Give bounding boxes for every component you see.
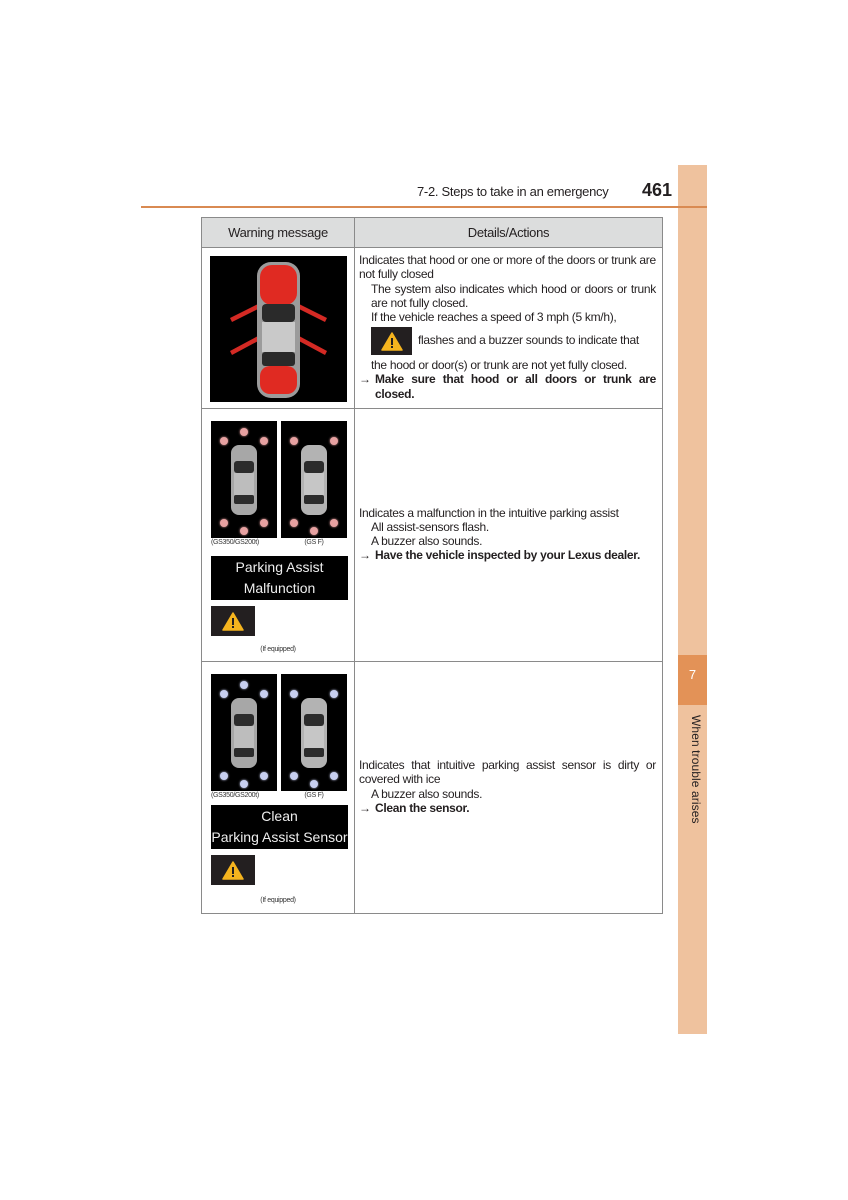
details-cell: Indicates a malfunction in the intuitive… [354,408,663,662]
details-sub: A buzzer also sounds. [371,534,483,548]
if-equipped-note: (If equipped) [260,897,296,904]
details-sub: All assist-sensors flash. [371,519,489,534]
warning-table: Warning message Details/Actions Indicate… [201,217,663,914]
warning-image-cell [201,247,355,409]
arrow-right-icon: → [359,548,371,563]
display-message-line: Parking Assist Sensor [211,829,348,845]
arrow-right-icon: → [359,800,371,815]
chapter-title: When trouble arises [689,715,703,824]
parking-sensor-malfunction-icon-gsf [281,421,347,538]
action-text: Make sure that hood or all doors or trun… [375,372,656,401]
col-header-warning-message: Warning message [201,217,355,248]
action-text: Clean the sensor. [375,800,470,815]
caption-gsf: (GS F) [304,539,324,546]
details-sub: the hood or door(s) or trunk are not yet… [371,358,627,373]
image-captions: (GS350/GS200t) (GS F) [211,792,354,799]
details-sub-with-icon: flashes and a buzzer sounds to indicate … [359,327,656,356]
warning-triangle-icon [211,855,255,885]
col-header-details-actions: Details/Actions [354,217,663,248]
details-cell: Indicates that intuitive parking assist … [354,661,663,914]
door-open-car-icon [209,256,347,402]
parking-sensor-images [211,674,354,791]
parking-sensor-dirty-icon [211,674,277,791]
warning-image-cell: (GS350/GS200t) (GS F) Parking Assist Mal… [201,408,355,662]
arrow-right-icon: → [359,372,371,387]
caption-gsf: (GS F) [304,792,324,799]
warning-triangle-icon [371,327,412,356]
details-sub: If the vehicle reaches a speed of 3 mph … [371,310,617,324]
chapter-number: 7 [678,655,707,705]
table-row: Indicates that hood or one or more of th… [201,247,663,409]
caption-gs350: (GS350/GS200t) [211,792,259,799]
warning-image-cell: (GS350/GS200t) (GS F) Clean Parking Assi… [201,661,355,914]
display-message: Parking Assist Malfunction [211,556,348,600]
details-sub: The system also indicates which hood or … [371,281,656,310]
display-message-line: Parking Assist [235,559,324,575]
parking-sensor-dirty-icon-gsf [281,674,347,791]
display-message: Clean Parking Assist Sensor [211,805,348,849]
display-message-line: Malfunction [243,580,316,596]
details-sub: A buzzer also sounds. [371,786,483,801]
display-message-line: Clean [261,808,298,824]
details-action: → Have the vehicle inspected by your Lex… [359,548,656,562]
table-row: (GS350/GS200t) (GS F) Parking Assist Mal… [201,408,663,662]
image-captions: (GS350/GS200t) (GS F) [211,539,354,546]
if-equipped-note: (If equipped) [260,646,296,653]
action-text: Have the vehicle inspected by your Lexus… [375,548,641,563]
warning-triangle-icon [211,606,255,636]
details-sub-text: flashes and a buzzer sounds to indicate … [418,333,639,348]
details-action: → Clean the sensor. [359,801,656,815]
details-action: → Make sure that hood or all doors or tr… [359,372,656,400]
page-number: 461 [642,180,673,200]
details-main: Indicates that hood or one or more of th… [359,253,656,282]
table-header-row: Warning message Details/Actions [201,217,663,248]
header-divider [141,206,707,208]
chapter-side-tab: 7 When trouble arises [678,165,707,1034]
parking-sensor-images [211,421,354,538]
details-cell: Indicates that hood or one or more of th… [354,247,663,409]
details-main: Indicates that intuitive parking assist … [359,758,656,787]
section-title: 7-2. Steps to take in an emergency [417,184,609,199]
parking-sensor-malfunction-icon [211,421,277,538]
details-main: Indicates a malfunction in the intuitive… [359,505,619,520]
caption-gs350: (GS350/GS200t) [211,539,259,546]
table-row: (GS350/GS200t) (GS F) Clean Parking Assi… [201,661,663,914]
